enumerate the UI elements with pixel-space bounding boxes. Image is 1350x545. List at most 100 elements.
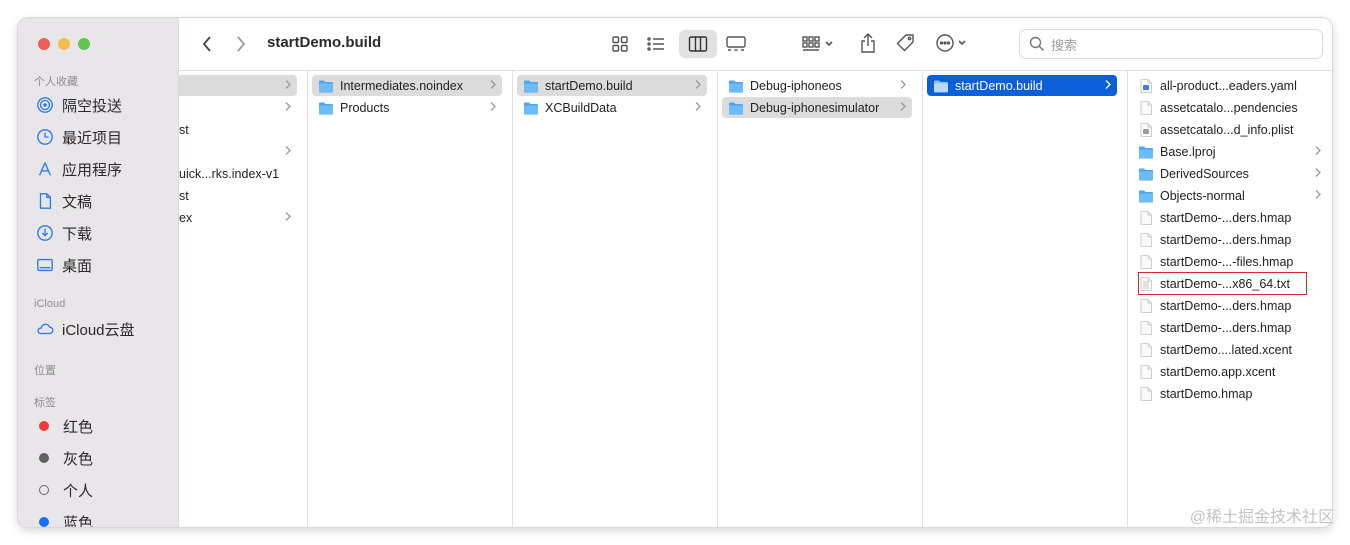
file-row[interactable]: all-product...eaders.yaml <box>1132 75 1327 96</box>
tags-button[interactable] <box>893 30 919 56</box>
folder-icon <box>934 80 948 92</box>
icloud-header: iCloud <box>34 298 66 310</box>
folder-row[interactable]: ex <box>179 207 297 228</box>
sidebar-item-document[interactable]: 文稿 <box>36 189 92 213</box>
sidebar-item-icloud-drive[interactable]: iCloud云盘 <box>36 317 135 341</box>
sidebar-item-clock[interactable]: 最近项目 <box>36 125 122 149</box>
row-label: startDemo.app.xcent <box>1160 364 1276 379</box>
row-label: startDemo-...ders.hmap <box>1160 298 1292 313</box>
folder-icon <box>524 80 538 92</box>
group-button[interactable] <box>799 32 837 56</box>
file-row[interactable]: startDemo-...-files.hmap <box>1132 251 1327 272</box>
row-label: assetcatalo...pendencies <box>1160 100 1298 115</box>
folder-row[interactable]: startDemo.build <box>927 75 1117 96</box>
file-row[interactable]: assetcatalo...pendencies <box>1132 97 1327 118</box>
sidebar-tag[interactable]: 蓝色 <box>38 511 93 527</box>
file-row[interactable]: st <box>179 185 297 206</box>
sidebar-item-airdrop[interactable]: 隔空投送 <box>36 93 122 117</box>
folder-row[interactable]: startDemo.build <box>517 75 707 96</box>
folder-row[interactable]: Products <box>312 97 502 118</box>
sidebar-tag-label: 灰色 <box>63 450 94 468</box>
file-icon <box>1140 298 1152 313</box>
clock-icon <box>37 129 53 145</box>
sidebar: 个人收藏 隔空投送 最近项目 应用程序 文稿 下载 桌面 iCloud iCloud云盘 … <box>18 18 179 527</box>
browser-column: Intermediates.noindex Products <box>307 71 513 527</box>
window-controls <box>38 38 90 50</box>
row-label: startDemo.hmap <box>1160 386 1253 401</box>
file-icon <box>1140 232 1152 247</box>
grid-icon <box>612 36 628 52</box>
action-button[interactable] <box>933 30 973 56</box>
tag-icon <box>896 34 914 52</box>
file-icon <box>1140 364 1152 379</box>
tag-color-dot <box>39 421 49 431</box>
file-row[interactable]: startDemo-...ders.hmap <box>1132 207 1327 228</box>
toolbar: startDemo.build 搜索 <box>179 18 1332 71</box>
folder-icon <box>729 102 743 114</box>
folder-row[interactable] <box>179 141 297 162</box>
watermark: @稀土掘金技术社区 <box>1189 509 1334 526</box>
chevron-right-icon <box>1315 146 1321 155</box>
forward-button[interactable] <box>229 32 253 56</box>
list-icon <box>647 37 664 51</box>
sidebar-item-desktop[interactable]: 桌面 <box>36 253 92 277</box>
airdrop-icon <box>37 97 53 113</box>
file-row[interactable]: startDemo.app.xcent <box>1132 361 1327 382</box>
folder-icon <box>1139 168 1153 180</box>
folder-row[interactable]: Base.lproj <box>1132 141 1327 162</box>
file-row[interactable]: startDemo.hmap <box>1132 383 1327 404</box>
row-label: Intermediates.noindex <box>340 78 463 93</box>
file-row[interactable]: startDemo-...ders.hmap <box>1132 229 1327 250</box>
folder-row[interactable]: DerivedSources <box>1132 163 1327 184</box>
share-button[interactable] <box>855 30 881 56</box>
folder-row[interactable]: Debug-iphonesimulator <box>722 97 912 118</box>
gallery-view-button[interactable] <box>723 32 749 56</box>
file-row[interactable]: startDemo-...ders.hmap <box>1132 295 1327 316</box>
file-row[interactable]: startDemo-...ders.hmap <box>1132 317 1327 338</box>
folder-row[interactable] <box>179 75 297 96</box>
close-window-button[interactable] <box>38 38 50 50</box>
minimize-window-button[interactable] <box>58 38 70 50</box>
column-browser: st uick...rks.index-v1 st ex Intermediates.n… <box>179 71 1332 527</box>
folder-row[interactable]: XCBuildData <box>517 97 707 118</box>
browser-column: st uick...rks.index-v1 st ex <box>179 71 308 527</box>
back-button[interactable] <box>195 32 219 56</box>
search-input[interactable]: 搜索 <box>1019 29 1323 59</box>
folder-icon <box>319 102 333 114</box>
file-row[interactable]: uick...rks.index-v1 <box>179 163 297 184</box>
file-row[interactable]: st <box>179 119 297 140</box>
sidebar-item-applications[interactable]: 应用程序 <box>36 157 122 181</box>
icon-view-button[interactable] <box>607 32 633 56</box>
list-view-button[interactable] <box>643 32 669 56</box>
column-view-button[interactable] <box>679 30 717 58</box>
chevron-left-icon <box>202 36 211 52</box>
folder-row[interactable]: Intermediates.noindex <box>312 75 502 96</box>
sidebar-tag[interactable]: 灰色 <box>38 447 93 469</box>
row-label: Debug-iphonesimulator <box>750 100 880 115</box>
zoom-window-button[interactable] <box>78 38 90 50</box>
group-grid-icon <box>802 36 833 51</box>
file-row[interactable]: assetcatalo...d_info.plist <box>1132 119 1327 140</box>
folder-row[interactable]: Debug-iphoneos <box>722 75 912 96</box>
row-label: startDemo-...-files.hmap <box>1160 254 1294 269</box>
row-label: Debug-iphoneos <box>750 78 842 93</box>
folder-icon <box>1139 146 1153 158</box>
folder-icon <box>1139 190 1153 202</box>
sidebar-tag[interactable]: 红色 <box>38 415 93 437</box>
search-icon <box>1029 36 1045 52</box>
folder-row[interactable]: Objects-normal <box>1132 185 1327 206</box>
row-label: all-product...eaders.yaml <box>1160 78 1297 93</box>
sidebar-tag-label: 个人 <box>63 482 94 500</box>
sidebar-item-label: 桌面 <box>62 257 93 275</box>
sidebar-item-download[interactable]: 下载 <box>36 221 92 245</box>
chevron-right-icon <box>237 36 246 52</box>
folder-row[interactable] <box>179 97 297 118</box>
row-label: startDemo-...ders.hmap <box>1160 232 1292 247</box>
sidebar-tag-label: 红色 <box>63 418 94 436</box>
desktop-icon <box>37 258 53 272</box>
gallery-icon <box>726 36 746 51</box>
row-label: startDemo-...ders.hmap <box>1160 210 1292 225</box>
file-row[interactable]: startDemo....lated.xcent <box>1132 339 1327 360</box>
document-icon <box>39 193 52 209</box>
sidebar-tag[interactable]: 个人 <box>38 479 93 501</box>
